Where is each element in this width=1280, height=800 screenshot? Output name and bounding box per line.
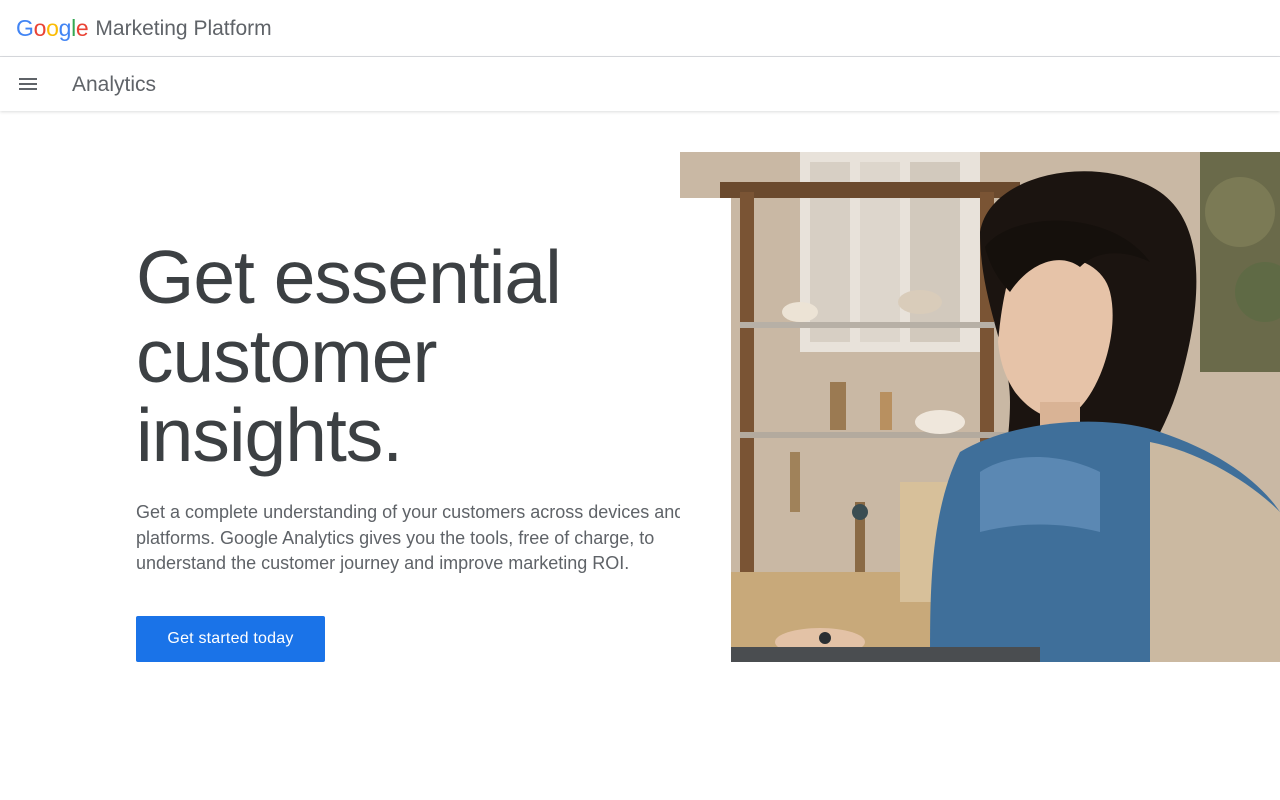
google-marketing-platform-logo[interactable]: Google Marketing Platform	[16, 14, 272, 41]
logo-letter: g	[58, 14, 72, 41]
menu-icon	[19, 78, 37, 90]
menu-button[interactable]	[0, 57, 56, 111]
logo-letter: G	[16, 14, 34, 41]
product-nav-bar: Analytics	[0, 57, 1280, 111]
hero-heading: Get essential customer insights.	[136, 235, 562, 477]
hero-photo-illustration	[680, 152, 1280, 662]
nav-title[interactable]: Analytics	[72, 74, 156, 95]
logo-letter: o	[46, 14, 59, 41]
logo-letter: o	[33, 14, 47, 41]
hero-photo	[680, 152, 1280, 662]
logo-letter: e	[75, 14, 89, 41]
hero-description: Get a complete understanding of your cus…	[136, 502, 685, 573]
product-name: Marketing Platform	[95, 16, 272, 40]
google-logo: Google	[16, 14, 89, 41]
top-brand-bar: Google Marketing Platform	[0, 0, 1280, 57]
get-started-button[interactable]: Get started today	[136, 616, 325, 662]
